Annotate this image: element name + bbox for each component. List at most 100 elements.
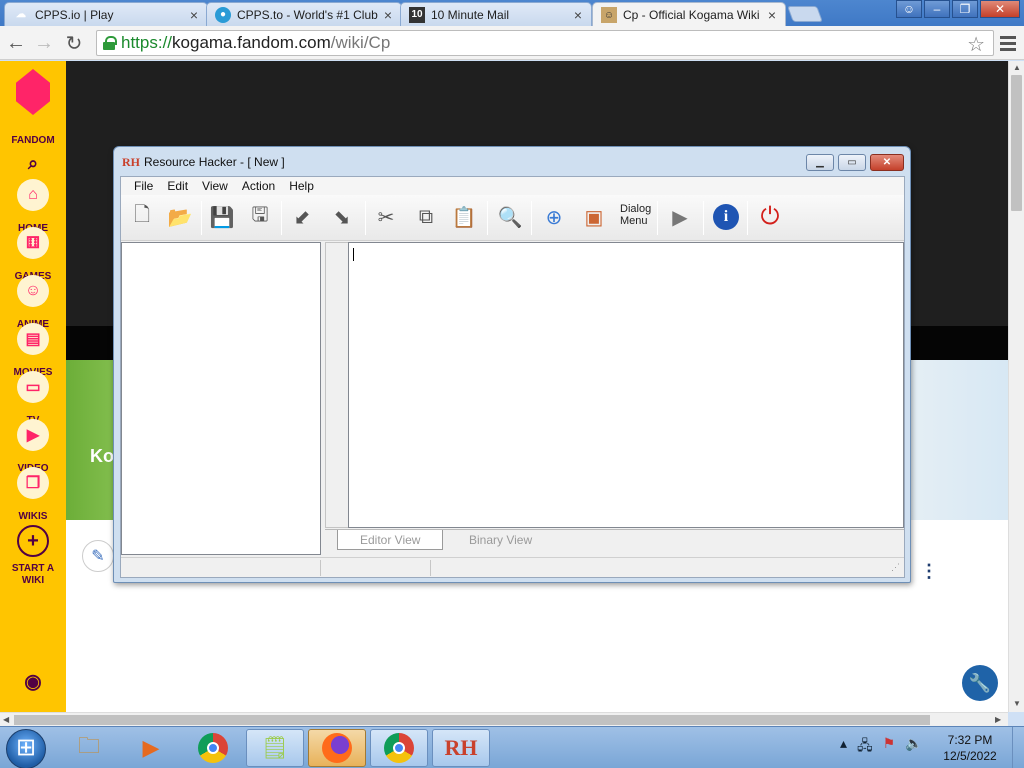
lock-icon: [103, 36, 117, 50]
tab-binary-view[interactable]: Binary View: [447, 530, 554, 550]
chrome-icon[interactable]: [184, 729, 242, 767]
sidebar-item-label: WIKIS: [18, 511, 48, 522]
volume-icon[interactable]: 🔈: [905, 735, 922, 759]
sidebar-item-video[interactable]: ▶ VIDEO: [0, 419, 66, 474]
resource-hacker-taskbar-icon[interactable]: RH: [432, 729, 490, 767]
rh-titlebar[interactable]: RH Resource Hacker - [ New ] ▁ ▭ ✕: [114, 147, 910, 177]
run-play-icon[interactable]: ▶: [665, 202, 695, 232]
bookmark-star-icon[interactable]: ☆: [967, 32, 985, 57]
url-path: /wiki/Cp: [330, 33, 391, 52]
search-icon[interactable]: ⌕: [0, 153, 66, 174]
restore-button[interactable]: ❐: [952, 0, 978, 18]
dialog-menu-button[interactable]: Dialog Menu: [620, 203, 651, 227]
chrome-icon[interactable]: [370, 729, 428, 767]
menu-view[interactable]: View: [195, 179, 235, 193]
fandom-heart-icon: [16, 69, 50, 115]
sidebar-item-anime[interactable]: ☺ ANIME: [0, 275, 66, 330]
save-icon[interactable]: 💾: [207, 202, 237, 232]
sticky-notes-icon[interactable]: 🗒: [246, 729, 304, 767]
tab-title: Cp - Official Kogama Wiki: [623, 8, 760, 22]
tab-title: 10 Minute Mail: [431, 7, 510, 22]
url-host: kogama.fandom.com: [172, 33, 331, 52]
scrollbar-thumb[interactable]: [14, 715, 930, 725]
reload-button[interactable]: ↻: [62, 31, 86, 55]
tab-editor-view[interactable]: Editor View: [337, 530, 444, 550]
close-window-button[interactable]: ✕: [980, 0, 1020, 18]
tab-cpps-to[interactable]: ● CPPS.to - World's #1 Club ×: [206, 2, 402, 26]
windows-taskbar: 🗀 ▶ 🗒 RH ▴ 🖧 ⚑ 🔈 7:32 PM 12/5/2022: [0, 726, 1024, 768]
power-exit-icon[interactable]: ⏻: [755, 202, 785, 232]
status-bar: ⋰: [121, 557, 904, 577]
vertical-scrollbar[interactable]: ▲ ▼: [1008, 61, 1024, 712]
show-desktop-button[interactable]: [1012, 727, 1024, 768]
menu-edit[interactable]: Edit: [160, 179, 195, 193]
minimize-button[interactable]: –: [924, 0, 950, 18]
user-icon[interactable]: ☺: [896, 0, 922, 18]
browser-menu-icon[interactable]: [998, 31, 1018, 55]
close-icon[interactable]: ×: [571, 7, 585, 23]
scrollbar-thumb[interactable]: [1011, 75, 1022, 211]
add-image-icon[interactable]: ▣: [579, 202, 609, 232]
export-arrow-icon[interactable]: ⬊: [327, 202, 357, 232]
ten-minute-mail-icon: 10: [409, 6, 425, 23]
sidebar-item-start-a-wiki[interactable]: + START A WIKI: [0, 525, 66, 587]
info-icon[interactable]: i: [711, 202, 741, 232]
back-button[interactable]: ←: [4, 31, 28, 55]
status-pane: [321, 560, 431, 576]
resize-grip-icon[interactable]: ⋰: [891, 562, 900, 573]
close-icon[interactable]: ×: [765, 7, 779, 23]
search-icon[interactable]: 🔍: [495, 202, 525, 232]
media-player-icon[interactable]: ▶: [122, 729, 180, 767]
add-resource-icon[interactable]: ⊕: [539, 202, 569, 232]
menu-help[interactable]: Help: [282, 179, 321, 193]
sidebar-item-movies[interactable]: ▤ MOVIES: [0, 323, 66, 378]
start-button[interactable]: [6, 729, 46, 768]
edit-pencil-icon[interactable]: ✎: [82, 540, 114, 572]
open-folder-icon[interactable]: 📂: [165, 202, 195, 232]
tray-expand-icon[interactable]: ▴: [840, 735, 847, 759]
resource-hacker-icon: RH: [122, 154, 140, 169]
home-icon: ⌂: [17, 179, 49, 211]
browser-toolbar: ← → ↻ https://kogama.fandom.com/wiki/Cp …: [0, 26, 1024, 60]
close-button[interactable]: ✕: [870, 154, 904, 171]
forward-button[interactable]: →: [32, 31, 56, 55]
paste-icon[interactable]: 📋: [449, 202, 479, 232]
editor-textarea[interactable]: [348, 242, 904, 528]
sidebar-item-tv[interactable]: ▭ TV: [0, 371, 66, 426]
new-tab-button[interactable]: [787, 6, 823, 22]
close-icon[interactable]: ×: [381, 7, 395, 23]
editor-gutter: [325, 242, 349, 528]
minimize-button[interactable]: ▁: [806, 154, 834, 171]
save-as-icon[interactable]: 🖫: [245, 202, 275, 232]
tab-10-minute-mail[interactable]: 10 10 Minute Mail ×: [400, 2, 592, 26]
system-clock[interactable]: 7:32 PM 12/5/2022: [930, 732, 1010, 764]
cut-icon[interactable]: ✂: [371, 202, 401, 232]
more-options-icon[interactable]: ⋮: [920, 561, 938, 582]
sidebar-item-home[interactable]: ⌂ HOME: [0, 179, 66, 234]
fandom-sidebar: FANDOM ⌕ ⌂ HOME ⚅ GAMES ☺ ANIME ▤ MOVIES…: [0, 61, 66, 712]
file-explorer-icon[interactable]: 🗀: [60, 729, 118, 767]
menu-label: Menu: [620, 215, 648, 227]
new-file-icon[interactable]: 🗋: [127, 202, 157, 232]
sidebar-item-games[interactable]: ⚅ GAMES: [0, 227, 66, 282]
book-icon: ❐: [17, 467, 49, 499]
firefox-icon[interactable]: [308, 729, 366, 767]
account-icon[interactable]: ◉: [0, 669, 66, 694]
copy-icon[interactable]: ⧉: [411, 202, 441, 232]
wrench-icon[interactable]: 🔧: [962, 665, 998, 701]
network-icon[interactable]: 🖧: [857, 735, 873, 759]
action-center-icon[interactable]: ⚑: [883, 735, 896, 759]
fandom-logo[interactable]: FANDOM: [0, 69, 66, 146]
horizontal-scrollbar[interactable]: ◀ ▶: [0, 712, 1008, 726]
import-arrow-icon[interactable]: ⬋: [287, 202, 317, 232]
tab-kogama-wiki[interactable]: ☺ Cp - Official Kogama Wiki ×: [592, 2, 786, 27]
maximize-button[interactable]: ▭: [838, 154, 866, 171]
address-bar[interactable]: https://kogama.fandom.com/wiki/Cp ☆: [96, 30, 994, 56]
url-scheme: https://: [121, 33, 173, 52]
resource-tree-panel[interactable]: [121, 242, 321, 555]
sidebar-item-wikis[interactable]: ❐ WIKIS: [0, 467, 66, 522]
close-icon[interactable]: ×: [187, 7, 201, 23]
menu-file[interactable]: File: [127, 179, 160, 193]
menu-action[interactable]: Action: [235, 179, 282, 193]
tab-cpps-io[interactable]: ☁ CPPS.io | Play ×: [4, 2, 208, 26]
